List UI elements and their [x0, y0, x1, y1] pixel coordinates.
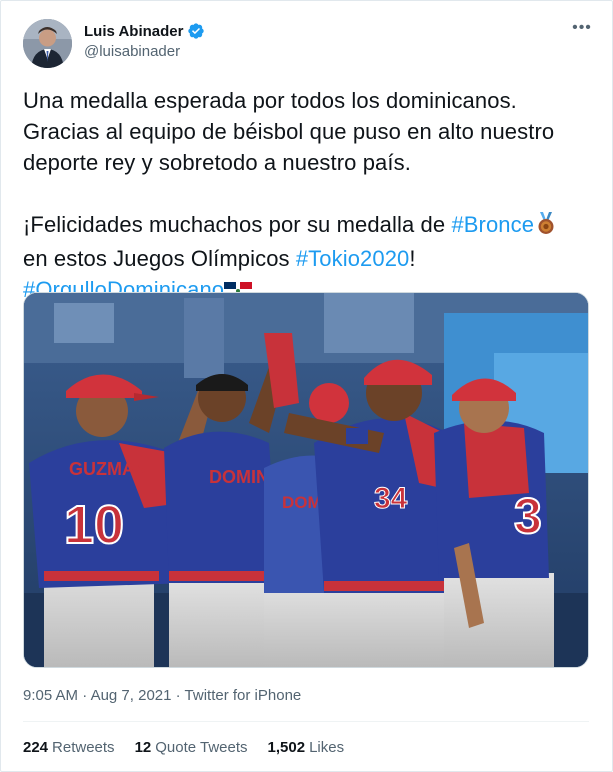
- jersey-name: GUZMAN: [69, 459, 148, 479]
- meta-separator: ·: [78, 687, 91, 704]
- tweet-photo[interactable]: GUZMAN 10 DOMIN DOMIN 34 3: [23, 292, 589, 668]
- tweet-card: Luis Abinader @luisabinader ••• Una meda…: [0, 0, 613, 772]
- avatar[interactable]: [23, 19, 72, 68]
- bronze-medal-icon: [534, 211, 558, 243]
- tweet-date[interactable]: Aug 7, 2021: [91, 687, 172, 704]
- tweet-line: Gracias al equipo de béisbol que puso en…: [23, 119, 555, 144]
- verified-badge-icon: [187, 22, 205, 40]
- hashtag-tokio2020[interactable]: #Tokio2020: [296, 246, 410, 271]
- jersey-name: DOMIN: [209, 467, 269, 487]
- tweet-text-segment: ¡Felicidades muchachos por su medalla de: [23, 212, 452, 237]
- more-options-icon[interactable]: •••: [571, 20, 593, 39]
- meta-separator: ·: [171, 687, 185, 704]
- jersey-number: 34: [374, 482, 408, 515]
- likes-stat[interactable]: 1,502 Likes: [268, 739, 345, 756]
- tweet-line: Una medalla esperada por todos los domin…: [23, 88, 517, 113]
- retweets-label: Retweets: [52, 739, 115, 756]
- jersey-number: 3: [514, 488, 542, 544]
- tweet-text: Una medalla esperada por todos los domin…: [23, 85, 593, 308]
- tweet-source[interactable]: Twitter for iPhone: [185, 687, 302, 704]
- tweet-meta: 9:05 AM · Aug 7, 2021 · Twitter for iPho…: [23, 687, 301, 704]
- quote-tweets-count: 12: [134, 739, 152, 756]
- tweet-header: Luis Abinader @luisabinader •••: [23, 17, 593, 69]
- tweet-text-segment: !: [409, 246, 416, 271]
- display-name[interactable]: Luis Abinader: [84, 23, 183, 40]
- tweet-stats: 224 Retweets 12 Quote Tweets 1,502 Likes: [23, 739, 344, 756]
- hashtag-bronce[interactable]: #Bronce: [451, 212, 534, 237]
- tweet-text-segment: en estos Juegos Olímpicos: [23, 246, 296, 271]
- likes-count: 1,502: [267, 739, 306, 756]
- retweets-count: 224: [23, 739, 49, 756]
- quote-tweets-label: Quote Tweets: [155, 739, 248, 756]
- likes-label: Likes: [309, 739, 345, 756]
- retweets-stat[interactable]: 224 Retweets: [23, 739, 115, 756]
- tweet-time[interactable]: 9:05 AM: [23, 687, 78, 704]
- tweet-line: en estos Juegos Olímpicos #Tokio2020!: [23, 243, 593, 274]
- user-handle[interactable]: @luisabinader: [84, 43, 205, 60]
- tweet-line: ¡Felicidades muchachos por su medalla de…: [23, 209, 593, 243]
- quote-tweets-stat[interactable]: 12 Quote Tweets: [135, 739, 248, 756]
- divider: [23, 721, 589, 722]
- jersey-number: 10: [64, 495, 124, 555]
- tweet-line: deporte rey y sobretodo a nuestro país.: [23, 150, 411, 175]
